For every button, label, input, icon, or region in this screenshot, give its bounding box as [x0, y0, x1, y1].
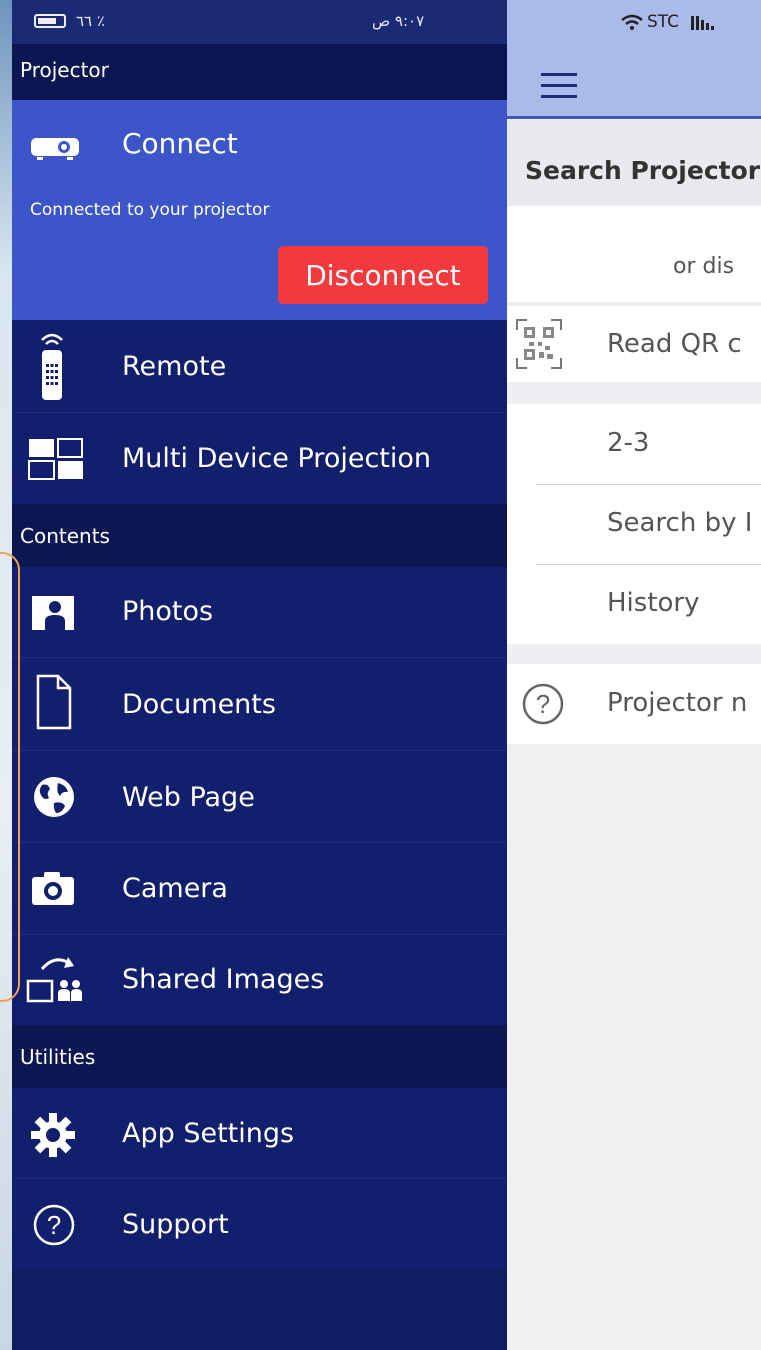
- battery-percent: ٦٦ ٪: [76, 12, 105, 30]
- read-qr-code-row[interactable]: Read QR c: [507, 306, 761, 382]
- menu-item-photos[interactable]: Photos: [12, 567, 507, 657]
- projector-help-label: Projector n: [607, 688, 748, 718]
- hint-text: or dis: [673, 254, 735, 279]
- menu-item-label: Web Page: [122, 782, 255, 813]
- connect-item[interactable]: Connect: [122, 127, 238, 160]
- status-bar-left: ٦٦ ٪ ٩:٠٧ ص: [12, 0, 507, 44]
- multi-device-icon: [28, 438, 83, 480]
- section-header-contents: Contents: [12, 504, 507, 567]
- menu-item-web-page[interactable]: Web Page: [12, 751, 507, 842]
- list-item-label: 2-3: [607, 428, 650, 458]
- spacer: [507, 644, 761, 664]
- camera-icon: [32, 872, 74, 905]
- menu-item-label: Multi Device Projection: [122, 443, 432, 474]
- menu-item-label: App Settings: [122, 1118, 295, 1149]
- shared-images-icon: [26, 957, 82, 1003]
- help-icon: ?: [33, 1204, 75, 1246]
- menu-item-label: Support: [122, 1209, 229, 1240]
- search-options-list: 2-3 Search by I History: [507, 404, 761, 644]
- search-title-band: Search Projector: [507, 120, 761, 206]
- document-icon: [36, 674, 72, 730]
- menu-item-camera[interactable]: Camera: [12, 843, 507, 934]
- menu-item-app-settings[interactable]: App Settings: [12, 1088, 507, 1178]
- menu-item-documents[interactable]: Documents: [12, 658, 507, 750]
- section-header-utilities: Utilities: [12, 1025, 507, 1088]
- navigation-drawer: ٦٦ ٪ ٩:٠٧ ص Projector Connect Connected …: [12, 0, 507, 1350]
- carrier-name: STC: [647, 12, 680, 32]
- svg-text:?: ?: [47, 1210, 61, 1240]
- list-item-label: Search by I: [607, 508, 753, 538]
- list-item-history[interactable]: History: [507, 565, 761, 644]
- page-title: Search Projector: [525, 156, 761, 185]
- read-qr-code-label: Read QR c: [607, 329, 742, 359]
- main-panel: STC Search Projector or dis Read QR c 2-…: [507, 0, 761, 1350]
- section-header-label: Contents: [20, 524, 110, 548]
- hamburger-menu-icon[interactable]: [541, 73, 577, 99]
- section-header-label: Utilities: [20, 1045, 96, 1069]
- list-item-recent[interactable]: 2-3: [507, 404, 761, 484]
- menu-item-label: Documents: [122, 689, 276, 720]
- gear-icon: [31, 1113, 75, 1157]
- menu-item-multi-device-projection[interactable]: Multi Device Projection: [12, 413, 507, 504]
- connect-block: Connect Connected to your projector Disc…: [12, 100, 507, 320]
- app-bar-underline: [507, 116, 761, 119]
- projector-help-row[interactable]: ? Projector n: [507, 664, 761, 744]
- svg-text:?: ?: [536, 689, 550, 719]
- connection-status-text: Connected to your projector: [30, 200, 270, 220]
- top-app-bar: STC: [507, 0, 761, 118]
- projector-icon: [31, 138, 79, 160]
- disconnect-button[interactable]: Disconnect: [278, 246, 488, 304]
- menu-item-remote[interactable]: Remote: [12, 320, 507, 412]
- photo-icon: [32, 596, 74, 630]
- wifi-icon: [621, 14, 643, 30]
- spacer: [507, 382, 761, 404]
- menu-item-shared-images[interactable]: Shared Images: [12, 935, 507, 1025]
- remote-icon: [41, 333, 63, 400]
- section-header-projector: Projector: [12, 44, 507, 100]
- globe-icon: [34, 777, 74, 817]
- qr-code-icon: [516, 319, 562, 369]
- menu-item-support[interactable]: ? Support: [12, 1179, 507, 1270]
- list-item-label: History: [607, 588, 700, 618]
- section-header-label: Projector: [20, 58, 109, 82]
- clock: ٩:٠٧ ص: [372, 12, 425, 30]
- help-icon: ?: [522, 683, 564, 725]
- signal-icon: [691, 16, 714, 30]
- battery-icon: [34, 14, 66, 28]
- menu-item-label: Photos: [122, 596, 214, 627]
- menu-item-label: Camera: [122, 873, 228, 904]
- menu-item-label: Remote: [122, 351, 227, 382]
- menu-item-label: Shared Images: [122, 964, 325, 995]
- list-item-search-by[interactable]: Search by I: [507, 485, 761, 564]
- hint-row: or dis: [507, 206, 761, 302]
- highlight-outline: [0, 552, 20, 1002]
